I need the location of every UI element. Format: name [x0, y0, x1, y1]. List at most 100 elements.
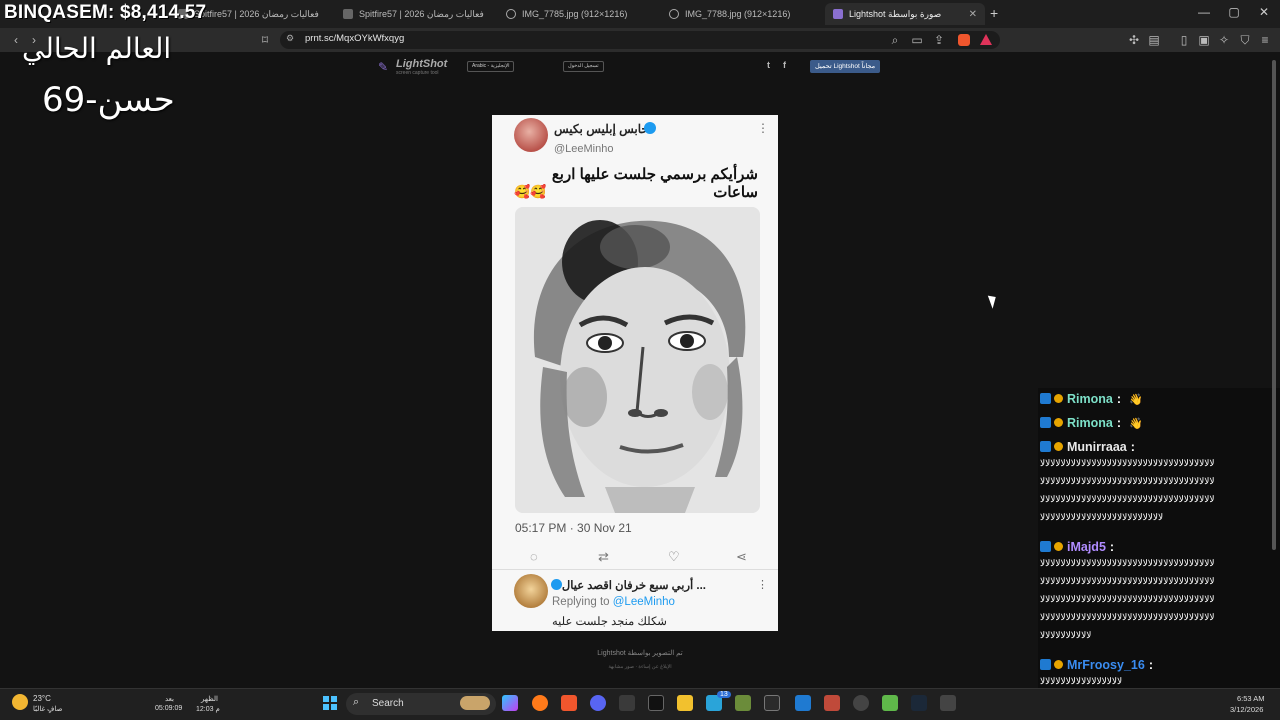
- firefox-icon[interactable]: [532, 695, 548, 711]
- taskbar: [0, 688, 1280, 720]
- replying-to-handle: @LeeMinho: [612, 596, 675, 608]
- feather-icon: ✎: [378, 60, 389, 74]
- zoom-icon[interactable]: ⌕: [887, 31, 903, 49]
- sub-badge-icon: [1054, 394, 1063, 403]
- weather-icon[interactable]: [12, 694, 28, 710]
- browser-tab[interactable]: Lightshot صورة بواسطة ✕: [825, 3, 985, 25]
- copilot-icon[interactable]: [502, 695, 518, 711]
- retweet-icon: ⇄: [598, 549, 609, 564]
- prime-badge-icon: [1040, 659, 1051, 670]
- tweet-handle: @LeeMinho: [554, 143, 614, 155]
- chat-emote: 👋: [1129, 418, 1143, 430]
- sidebar-icon[interactable]: ▯: [1176, 31, 1192, 49]
- tab-label: Spitfire57 | فعاليات رمضان 2026: [194, 8, 319, 19]
- twitter-icon[interactable]: t: [767, 60, 770, 70]
- prime-badge-icon: [1040, 441, 1051, 452]
- chat-username[interactable]: MrFroosy_16: [1067, 658, 1145, 672]
- chat-username[interactable]: Munirraaa: [1067, 440, 1127, 454]
- windows-start-icon[interactable]: [323, 696, 337, 710]
- tweet-author-name: حابس إبليس بكيس: [554, 122, 649, 136]
- chat-message: Rimona: 👋: [1040, 392, 1143, 406]
- calculator-icon[interactable]: [940, 695, 956, 711]
- minecraft-icon[interactable]: [882, 695, 898, 711]
- chat-text-line: ﻻﻻﻻﻻﻻﻻﻻﻻﻻﻻﻻﻻﻻﻻﻻﻻﻻﻻﻻﻻﻻﻻﻻﻻﻻﻻﻻﻻﻻﻻﻻﻻﻻﻻ: [1040, 594, 1216, 604]
- chat-text-line: ﻻﻻﻻﻻﻻﻻﻻﻻﻻﻻﻻﻻﻻﻻﻻﻻﻻﻻﻻﻻﻻﻻﻻﻻﻻﻻﻻﻻﻻﻻﻻﻻﻻﻻ: [1040, 558, 1216, 568]
- chat-header: Rimona: 👋: [1040, 392, 1143, 406]
- chat-username[interactable]: iMajd5: [1067, 540, 1106, 554]
- clock-time[interactable]: 6:53 AM: [1237, 694, 1265, 703]
- prayer-time: 12:03 م: [196, 706, 220, 713]
- chat-header: Munirraaa:: [1040, 440, 1215, 454]
- chrome-icon[interactable]: [853, 695, 869, 711]
- browser-tab[interactable]: IMG_7788.jpg (912×1216): [661, 3, 821, 25]
- wallet2-icon[interactable]: ▣: [1196, 31, 1212, 49]
- steam-icon[interactable]: [911, 695, 927, 711]
- chat-colon: :: [1116, 416, 1122, 430]
- mouse-cursor: [987, 293, 1000, 309]
- brave-icon[interactable]: [561, 695, 577, 711]
- folder-icon[interactable]: [677, 695, 693, 711]
- brave-rewards-icon[interactable]: [980, 34, 992, 45]
- tweet-text: شرأيكم برسمي جلست عليها اربع ساعات: [551, 166, 758, 201]
- lightshot-logo[interactable]: LightShot: [396, 58, 447, 70]
- chat-overlay: Rimona: 👋 Rimona: 👋 Munirraaa: ﻻﻻﻻﻻﻻﻻﻻﻻﻻﻻﻻﻻﻻﻻ…: [1038, 388, 1280, 720]
- tab-label: Spitfire57 | فعاليات رمضان 2026: [359, 8, 484, 19]
- url-text[interactable]: prnt.sc/MqxOYkWfxqyg: [305, 33, 404, 44]
- discord-icon[interactable]: [590, 695, 606, 711]
- clock-date[interactable]: 3/12/2026: [1230, 705, 1263, 714]
- reply-icon: ◌: [530, 549, 538, 564]
- vscode-icon[interactable]: [795, 695, 811, 711]
- login-button[interactable]: تسجيل الدخول: [563, 61, 604, 72]
- bookmark-icon[interactable]: ⌑: [257, 31, 273, 49]
- minimize-button[interactable]: —: [1192, 5, 1216, 19]
- footer-links[interactable]: الإبلاغ عن إساءة · صور مشابهة: [560, 664, 720, 670]
- notes-icon[interactable]: [735, 695, 751, 711]
- media-icon[interactable]: [824, 695, 840, 711]
- wallet-icon[interactable]: ▤: [1146, 31, 1162, 49]
- close-window-button[interactable]: ✕: [1252, 5, 1276, 19]
- reply-text: شكلك منجد جلست عليه: [552, 616, 667, 628]
- telegram-badge: 13: [717, 691, 731, 698]
- maximize-button[interactable]: ▢: [1222, 5, 1246, 19]
- chat-text-line: ﻻﻻﻻﻻﻻﻻﻻﻻﻻﻻﻻﻻﻻﻻﻻﻻﻻﻻﻻﻻﻻﻻﻻﻻ: [1040, 512, 1164, 522]
- facebook-icon[interactable]: f: [783, 60, 786, 70]
- chat-message: iMajd5: ﻻﻻﻻﻻﻻﻻﻻﻻﻻﻻﻻﻻﻻﻻﻻﻻﻻﻻﻻﻻﻻﻻﻻﻻﻻﻻﻻﻻﻻﻻﻻﻻﻻ…: [1040, 540, 1216, 644]
- prayer-name: الظهر: [201, 696, 218, 703]
- browser-tab[interactable]: IMG_7785.jpg (912×1216): [498, 3, 658, 25]
- share-icon[interactable]: ⇪: [931, 31, 947, 49]
- chat-username[interactable]: Rimona: [1067, 392, 1113, 406]
- vpn-icon[interactable]: ⛉: [1237, 31, 1253, 49]
- chat-scrollbar[interactable]: [1272, 60, 1276, 550]
- browser-tab[interactable]: Spitfire57 | فعاليات رمضان 2026: [335, 3, 495, 25]
- tab-label: IMG_7785.jpg (912×1216): [522, 9, 628, 19]
- globe-icon: [669, 9, 679, 19]
- prayer-countdown: 05:09:09: [155, 705, 183, 712]
- new-tab-button[interactable]: +: [990, 5, 998, 21]
- sub-badge-icon: [1054, 442, 1063, 451]
- app-icon-1[interactable]: [619, 695, 635, 711]
- menu-icon[interactable]: ≡: [1257, 31, 1273, 49]
- leo-ai-icon[interactable]: ✧: [1216, 31, 1232, 49]
- chat-text-line: ﻻﻻﻻﻻﻻﻻﻻﻻﻻﻻﻻﻻﻻﻻﻻﻻﻻﻻﻻﻻﻻﻻﻻﻻﻻﻻﻻﻻﻻﻻﻻﻻﻻﻻ: [1040, 458, 1216, 468]
- chat-colon: :: [1148, 658, 1153, 672]
- language-button[interactable]: Arabic - الإنجليزية: [467, 61, 515, 72]
- sub-badge-icon: [1054, 418, 1063, 427]
- tweet-emoji: 🥰🥰: [514, 184, 547, 199]
- cast-icon[interactable]: ▭: [909, 31, 925, 49]
- app-icon-2[interactable]: [764, 695, 780, 711]
- chat-username[interactable]: Rimona: [1067, 416, 1113, 430]
- site-info-icon[interactable]: ⚙: [286, 33, 294, 44]
- weather-temp[interactable]: 23°C: [33, 694, 51, 703]
- prime-badge-icon: [1040, 393, 1051, 404]
- brave-shields-icon[interactable]: [958, 34, 970, 46]
- tab-label: IMG_7788.jpg (912×1216): [685, 9, 791, 19]
- chat-text-line: ﻻﻻﻻﻻﻻﻻﻻﻻﻻﻻ: [1040, 630, 1093, 640]
- close-tab-icon[interactable]: ✕: [969, 9, 977, 20]
- chat-text-line: ﻻﻻﻻﻻﻻﻻﻻﻻﻻﻻﻻﻻﻻﻻﻻﻻﻻﻻﻻﻻﻻﻻﻻﻻﻻﻻﻻﻻﻻﻻﻻﻻﻻﻻ: [1040, 494, 1216, 504]
- download-button[interactable]: تحميل Lightshot مجاناً: [810, 60, 881, 73]
- weather-desc[interactable]: صافٍ غالبًا: [33, 705, 62, 713]
- overlay-subtitle: حسن-69: [42, 80, 175, 120]
- epic-games-icon[interactable]: [648, 695, 664, 711]
- extensions-icon[interactable]: ✣: [1126, 31, 1142, 49]
- chat-header: iMajd5:: [1040, 540, 1215, 554]
